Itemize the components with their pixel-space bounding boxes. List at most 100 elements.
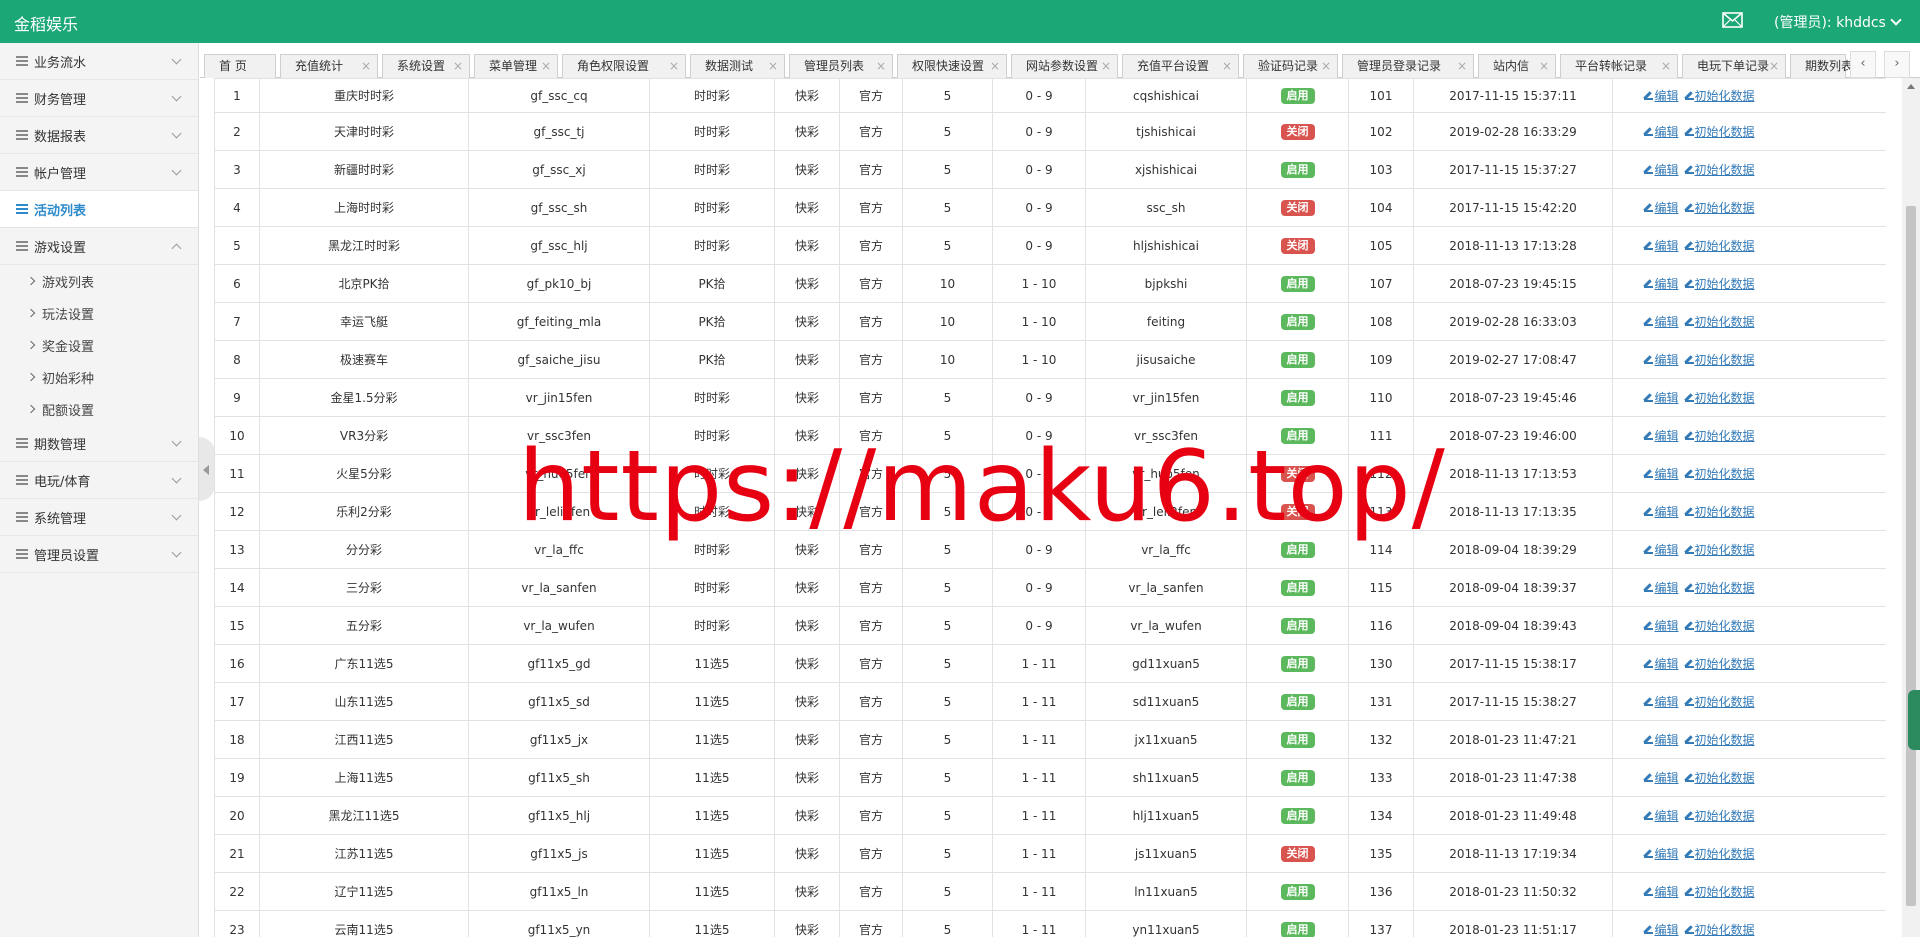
submenu-item[interactable]: 配额设置 bbox=[0, 393, 198, 425]
init-data-link[interactable]: 初始化数据 bbox=[1684, 201, 1755, 215]
close-icon[interactable]: × bbox=[361, 55, 371, 77]
close-icon[interactable]: × bbox=[1101, 55, 1111, 77]
close-icon[interactable]: × bbox=[1457, 55, 1467, 77]
tab[interactable]: 系统设置 × bbox=[382, 54, 470, 78]
sidebar-item[interactable]: 系统管理 bbox=[0, 499, 198, 536]
edit-link[interactable]: 编辑 bbox=[1644, 733, 1679, 747]
init-data-link[interactable]: 初始化数据 bbox=[1684, 125, 1755, 139]
close-icon[interactable]: × bbox=[1661, 55, 1671, 77]
sidebar-item[interactable]: 帐户管理 bbox=[0, 154, 198, 191]
close-icon[interactable]: × bbox=[1321, 55, 1331, 77]
sidebar-collapse-handle[interactable] bbox=[199, 437, 215, 501]
scrollbar-thumb[interactable] bbox=[1906, 206, 1916, 906]
mail-icon[interactable] bbox=[1722, 12, 1743, 28]
edit-link[interactable]: 编辑 bbox=[1644, 201, 1679, 215]
init-data-link[interactable]: 初始化数据 bbox=[1684, 809, 1755, 823]
edit-link[interactable]: 编辑 bbox=[1644, 353, 1679, 367]
sidebar-item[interactable]: 电玩/体育 bbox=[0, 462, 198, 499]
init-data-link[interactable]: 初始化数据 bbox=[1684, 277, 1755, 291]
edit-link[interactable]: 编辑 bbox=[1644, 505, 1679, 519]
edit-link[interactable]: 编辑 bbox=[1644, 543, 1679, 557]
edit-link[interactable]: 编辑 bbox=[1644, 771, 1679, 785]
tab[interactable]: 电玩下单记录 × bbox=[1682, 54, 1786, 78]
close-icon[interactable]: × bbox=[669, 55, 679, 77]
submenu-item[interactable]: 奖金设置 bbox=[0, 329, 198, 361]
vertical-scrollbar[interactable] bbox=[1902, 78, 1920, 937]
edit-link[interactable]: 编辑 bbox=[1644, 391, 1679, 405]
init-data-link[interactable]: 初始化数据 bbox=[1684, 505, 1755, 519]
edit-link[interactable]: 编辑 bbox=[1644, 809, 1679, 823]
edit-link[interactable]: 编辑 bbox=[1644, 923, 1679, 937]
sidebar-item[interactable]: 业务流水 bbox=[0, 43, 198, 80]
close-icon[interactable]: × bbox=[990, 55, 1000, 77]
close-icon[interactable]: × bbox=[541, 55, 551, 77]
init-data-link[interactable]: 初始化数据 bbox=[1684, 657, 1755, 671]
init-data-link[interactable]: 初始化数据 bbox=[1684, 163, 1755, 177]
init-data-link[interactable]: 初始化数据 bbox=[1684, 239, 1755, 253]
tab[interactable]: 菜单管理 × bbox=[474, 54, 558, 78]
init-data-link[interactable]: 初始化数据 bbox=[1684, 467, 1755, 481]
tab[interactable]: 验证码记录 × bbox=[1243, 54, 1338, 78]
sidebar-item[interactable]: 财务管理 bbox=[0, 80, 198, 117]
close-icon[interactable]: × bbox=[453, 55, 463, 77]
admin-user-menu[interactable]: (管理员): khddcs bbox=[1774, 12, 1902, 32]
sidebar-item[interactable]: 期数管理 bbox=[0, 425, 198, 462]
floating-side-widget[interactable] bbox=[1908, 690, 1920, 750]
edit-link[interactable]: 编辑 bbox=[1644, 695, 1679, 709]
tab[interactable]: 充值统计 × bbox=[280, 54, 378, 78]
sidebar-item[interactable]: 数据报表 bbox=[0, 117, 198, 154]
close-icon[interactable]: × bbox=[1539, 55, 1549, 77]
tab[interactable]: 权限快速设置 × bbox=[897, 54, 1007, 78]
tab[interactable]: 平台转帐记录 × bbox=[1560, 54, 1678, 78]
tab-scroll-right-button[interactable]: › bbox=[1884, 51, 1910, 78]
close-icon[interactable]: × bbox=[876, 55, 886, 77]
tab[interactable]: 首 页 bbox=[204, 54, 276, 78]
tab-scroll-left-button[interactable]: ‹ bbox=[1850, 51, 1876, 78]
submenu-item[interactable]: 玩法设置 bbox=[0, 297, 198, 329]
edit-link[interactable]: 编辑 bbox=[1644, 163, 1679, 177]
edit-link[interactable]: 编辑 bbox=[1644, 581, 1679, 595]
sidebar-item[interactable]: 活动列表 bbox=[0, 191, 198, 228]
sidebar-item[interactable]: 游戏设置 bbox=[0, 228, 198, 265]
edit-link[interactable]: 编辑 bbox=[1644, 315, 1679, 329]
init-data-link[interactable]: 初始化数据 bbox=[1684, 619, 1755, 633]
init-data-link[interactable]: 初始化数据 bbox=[1684, 733, 1755, 747]
sidebar-item[interactable]: 管理员设置 bbox=[0, 536, 198, 573]
edit-link[interactable]: 编辑 bbox=[1644, 89, 1679, 103]
scroll-up-icon[interactable] bbox=[1907, 84, 1915, 89]
submenu-item[interactable]: 游戏列表 bbox=[0, 265, 198, 297]
init-data-link[interactable]: 初始化数据 bbox=[1684, 885, 1755, 899]
close-icon[interactable]: × bbox=[1769, 55, 1779, 77]
init-data-link[interactable]: 初始化数据 bbox=[1684, 429, 1755, 443]
edit-link[interactable]: 编辑 bbox=[1644, 885, 1679, 899]
init-data-link[interactable]: 初始化数据 bbox=[1684, 353, 1755, 367]
edit-link[interactable]: 编辑 bbox=[1644, 657, 1679, 671]
submenu-item[interactable]: 初始彩种 bbox=[0, 361, 198, 393]
tab[interactable]: 管理员登录记录 × bbox=[1342, 54, 1474, 78]
init-data-link[interactable]: 初始化数据 bbox=[1684, 847, 1755, 861]
init-data-link[interactable]: 初始化数据 bbox=[1684, 391, 1755, 405]
init-data-link[interactable]: 初始化数据 bbox=[1684, 771, 1755, 785]
init-data-link[interactable]: 初始化数据 bbox=[1684, 315, 1755, 329]
close-icon[interactable]: × bbox=[1222, 55, 1232, 77]
close-icon[interactable]: × bbox=[768, 55, 778, 77]
tab[interactable]: 充值平台设置 × bbox=[1122, 54, 1239, 78]
edit-link[interactable]: 编辑 bbox=[1644, 847, 1679, 861]
tab[interactable]: 角色权限设置 × bbox=[562, 54, 686, 78]
init-data-link[interactable]: 初始化数据 bbox=[1684, 89, 1755, 103]
tab[interactable]: 管理员列表 × bbox=[789, 54, 893, 78]
edit-link[interactable]: 编辑 bbox=[1644, 619, 1679, 633]
tab[interactable]: 网站参数设置 × bbox=[1011, 54, 1118, 78]
edit-link[interactable]: 编辑 bbox=[1644, 467, 1679, 481]
init-data-link[interactable]: 初始化数据 bbox=[1684, 695, 1755, 709]
tab[interactable]: 数据测试 × bbox=[690, 54, 785, 78]
tab[interactable]: 期数列表 bbox=[1790, 54, 1853, 78]
tab[interactable]: 站内信 × bbox=[1478, 54, 1556, 78]
edit-link[interactable]: 编辑 bbox=[1644, 429, 1679, 443]
init-data-link[interactable]: 初始化数据 bbox=[1684, 543, 1755, 557]
edit-link[interactable]: 编辑 bbox=[1644, 239, 1679, 253]
edit-link[interactable]: 编辑 bbox=[1644, 125, 1679, 139]
init-data-link[interactable]: 初始化数据 bbox=[1684, 923, 1755, 937]
init-data-link[interactable]: 初始化数据 bbox=[1684, 581, 1755, 595]
edit-link[interactable]: 编辑 bbox=[1644, 277, 1679, 291]
